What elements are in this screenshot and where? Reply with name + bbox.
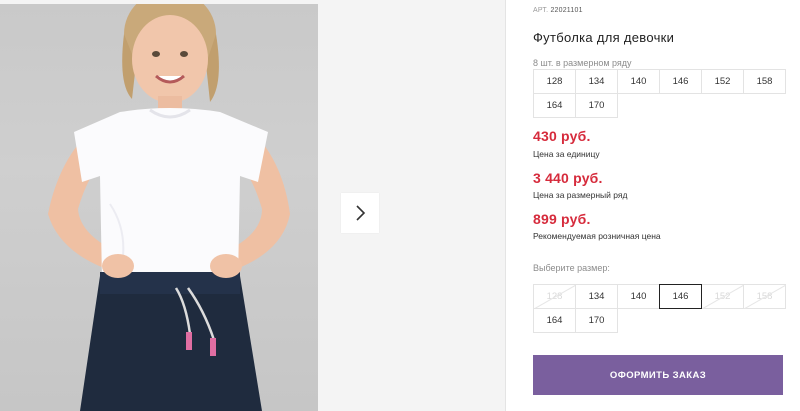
pack-note: 8 шт. в размерном ряду: [533, 58, 632, 68]
place-order-button[interactable]: ОФОРМИТЬ ЗАКАЗ: [533, 355, 783, 395]
product-gallery: [0, 0, 505, 411]
size-option[interactable]: 164: [533, 308, 576, 333]
pack-size-cell: 146: [659, 69, 702, 94]
pack-size-cell: 134: [575, 69, 618, 94]
size-option-unavailable: 128: [533, 284, 576, 309]
product-photo: [0, 4, 318, 411]
size-option[interactable]: 170: [575, 308, 618, 333]
crossed-out-icon: [534, 285, 576, 309]
girl-in-tshirt-illustration: [48, 4, 290, 411]
chevron-right-icon: [356, 205, 366, 221]
unit-price-note: Цена за единицу: [533, 149, 600, 159]
product-info: АРТ. 22021101 Футболка для девочки 8 шт.…: [533, 0, 800, 411]
gallery-next-button[interactable]: [341, 193, 379, 233]
unit-price: 430 руб.: [533, 128, 591, 144]
size-option-unavailable: 158: [743, 284, 786, 309]
size-select-label: Выберите размер:: [533, 263, 610, 273]
size-option[interactable]: 134: [575, 284, 618, 309]
product-title: Футболка для девочки: [533, 30, 675, 45]
crossed-out-icon: [744, 285, 786, 309]
pack-size-cell: 170: [575, 93, 618, 118]
crossed-out-icon: [702, 285, 744, 309]
pack-price: 3 440 руб.: [533, 170, 603, 186]
pack-size-cell: 164: [533, 93, 576, 118]
size-select-grid: 128 134 140 146 152 158 164 170: [533, 284, 787, 333]
pack-size-cell: 140: [617, 69, 660, 94]
pack-size-cell: 152: [701, 69, 744, 94]
pack-size-cell: 158: [743, 69, 786, 94]
retail-price: 899 руб.: [533, 211, 591, 227]
article-label: АРТ.: [533, 7, 549, 14]
article-value: 22021101: [550, 7, 583, 14]
pack-size-grid: 128 134 140 146 152 158 164 170: [533, 69, 787, 118]
size-option-unavailable: 152: [701, 284, 744, 309]
gallery-divider: [505, 0, 506, 411]
pack-price-note: Цена за размерный ряд: [533, 190, 628, 200]
retail-price-note: Рекомендуемая розничная цена: [533, 231, 661, 241]
pack-size-cell: 128: [533, 69, 576, 94]
size-option-selected[interactable]: 146: [659, 284, 702, 309]
size-option[interactable]: 140: [617, 284, 660, 309]
article-number: АРТ. 22021101: [533, 7, 583, 14]
